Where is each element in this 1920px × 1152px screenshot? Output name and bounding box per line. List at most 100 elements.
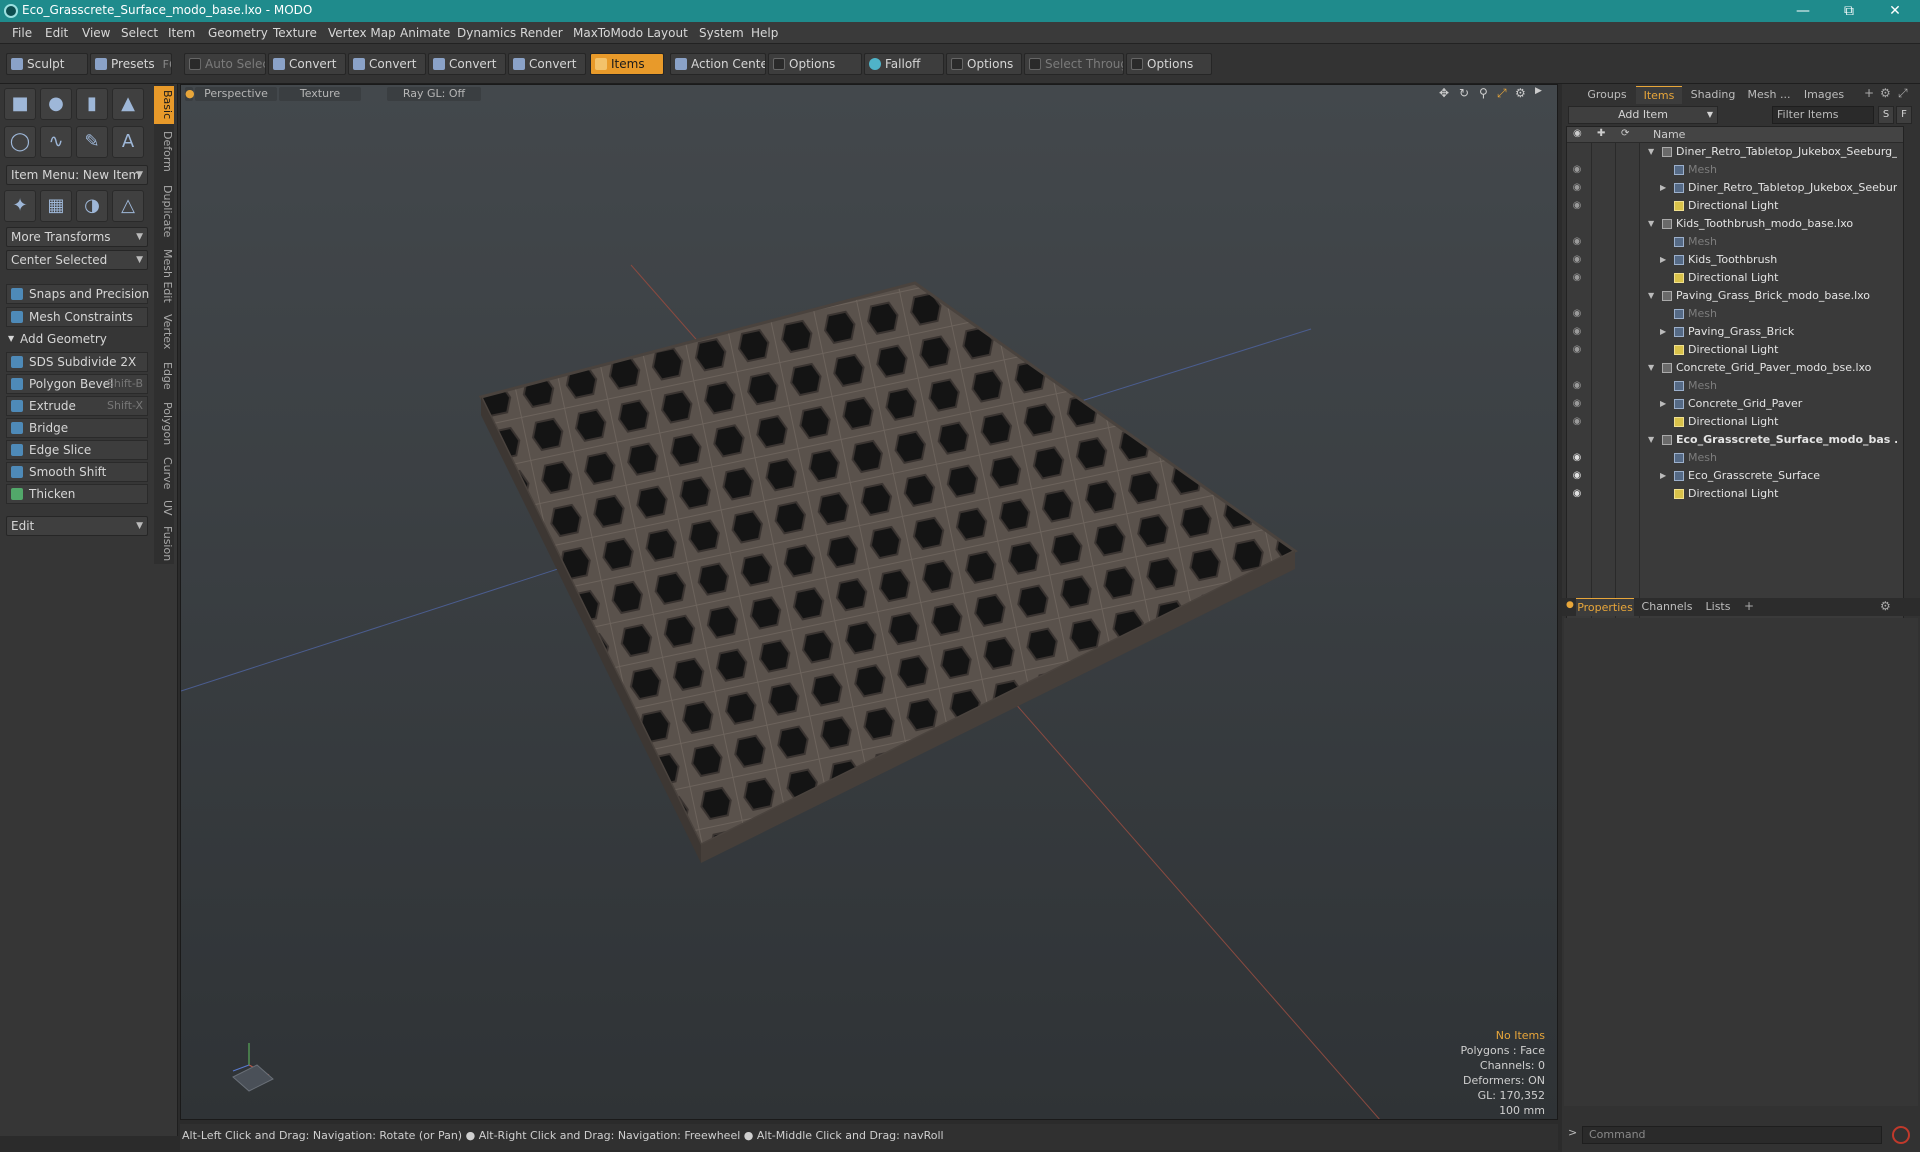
chevron-down-icon[interactable]: ▼ [1648, 359, 1654, 377]
chevron-right-icon[interactable]: ▶ [1660, 179, 1666, 197]
tab-uv[interactable]: UV [154, 496, 174, 520]
visibility-eye-icon[interactable] [1566, 287, 1588, 305]
select-through-options-button[interactable]: Options [1126, 53, 1212, 75]
menu-geometry[interactable]: Geometry [208, 26, 268, 40]
cylinder-icon[interactable]: ▮ [76, 88, 108, 120]
item-menu-dropdown[interactable]: Item Menu: New Item ▼ [6, 165, 148, 185]
pyramid-icon[interactable]: △ [112, 190, 144, 222]
chevron-right-icon[interactable]: ▶ [1660, 395, 1666, 413]
visibility-eye-icon[interactable]: ◉ [1566, 305, 1588, 323]
name-column-header[interactable]: Name [1653, 128, 1685, 141]
tab-polygon[interactable]: Polygon [154, 398, 174, 450]
tree-item-scene[interactable]: ▼ Concrete_Grid_Paver_modo_bse.lxo [1566, 359, 1901, 377]
menu-item[interactable]: Item [168, 26, 195, 40]
sds-subdivide-button[interactable]: SDS Subdivide 2X [6, 352, 148, 372]
torus-icon[interactable]: ◯ [4, 126, 36, 158]
tab-channels[interactable]: Channels [1640, 598, 1694, 616]
visibility-eye-icon[interactable] [1566, 143, 1588, 161]
cube-icon[interactable]: ■ [4, 88, 36, 120]
menu-system[interactable]: System [699, 26, 744, 40]
tree-item-group[interactable]: ◉ ▶ Concrete_Grid_Paver [1566, 395, 1901, 413]
visibility-eye-icon[interactable]: ◉ [1566, 233, 1588, 251]
tree-item-group[interactable]: ◉ ▶ Diner_Retro_Tabletop_Jukebox_Seebur ..… [1566, 179, 1901, 197]
smooth-shift-button[interactable]: Smooth Shift [6, 462, 148, 482]
globe-icon[interactable]: ◑ [76, 190, 108, 222]
visibility-eye-icon[interactable] [1566, 215, 1588, 233]
menu-vertex-map[interactable]: Vertex Map [328, 26, 396, 40]
auto-select-button[interactable]: Auto Select [184, 53, 266, 75]
minimize-icon[interactable]: — [1780, 0, 1826, 22]
tree-item-light[interactable]: ◉ Directional Light [1566, 341, 1901, 359]
sphere-icon[interactable]: ● [40, 88, 72, 120]
tree-item-light[interactable]: ◉ Directional Light [1566, 485, 1901, 503]
tree-item-light[interactable]: ◉ Directional Light [1566, 269, 1901, 287]
tree-item-group[interactable]: ◉ ▶ Eco_Grasscrete_Surface [1566, 467, 1901, 485]
transform-icon[interactable]: ✦ [4, 190, 36, 222]
edit-dropdown[interactable]: Edit ▼ [6, 516, 148, 536]
tab-deform[interactable]: Deform [154, 126, 174, 176]
chevron-right-icon[interactable]: ▶ [1660, 467, 1666, 485]
visibility-column-icon[interactable]: ◉ [1573, 128, 1582, 139]
record-icon[interactable] [1892, 1126, 1910, 1144]
convert-vertices-button[interactable]: Convert [268, 53, 346, 75]
center-selected-dropdown[interactable]: Center Selected ▼ [6, 250, 148, 270]
tree-item-group[interactable]: ◉ ▶ Kids_Toothbrush [1566, 251, 1901, 269]
restore-icon[interactable]: ⧉ [1826, 0, 1872, 22]
chevron-down-icon[interactable]: ▼ [1648, 431, 1654, 449]
convert-materials-button[interactable]: Convert [508, 53, 586, 75]
tab-shading[interactable]: Shading [1686, 86, 1740, 104]
chevron-right-icon[interactable]: ▶ [1660, 251, 1666, 269]
gear-icon[interactable]: ⚙ [1880, 86, 1891, 100]
tab-vertex[interactable]: Vertex [154, 310, 174, 354]
tree-item-scene[interactable]: ▼ Eco_Grasscrete_Surface_modo_bas ... [1566, 431, 1901, 449]
add-item-dropdown[interactable]: Add Item ▼ [1568, 106, 1718, 124]
tab-curve[interactable]: Curve [154, 454, 174, 492]
panel-menu-icon[interactable]: ● [1566, 600, 1574, 610]
3d-viewport[interactable]: ● Perspective Texture Ray GL: Off ✥ ↻ ⚲ … [180, 84, 1558, 1120]
visibility-eye-icon[interactable] [1566, 431, 1588, 449]
close-icon[interactable]: ✕ [1872, 0, 1918, 22]
capsule-icon[interactable]: ∿ [40, 126, 72, 158]
menu-dynamics[interactable]: Dynamics [457, 26, 516, 40]
tree-item-mesh[interactable]: ◉ Mesh [1566, 233, 1901, 251]
convert-edges-button[interactable]: Convert [348, 53, 426, 75]
visibility-eye-icon[interactable]: ◉ [1566, 377, 1588, 395]
chevron-down-icon[interactable]: ▼ [1648, 287, 1654, 305]
menu-view[interactable]: View [82, 26, 110, 40]
menu-maxtomodo[interactable]: MaxToModo [573, 26, 643, 40]
tree-item-light[interactable]: ◉ Directional Light [1566, 197, 1901, 215]
chevron-right-icon[interactable]: ▶ [1660, 323, 1666, 341]
mesh-constraints-button[interactable]: Mesh Constraints [6, 307, 148, 327]
menu-animate[interactable]: Animate [400, 26, 450, 40]
tree-item-mesh[interactable]: ◉ Mesh [1566, 377, 1901, 395]
action-center-options-button[interactable]: Options [768, 53, 862, 75]
menu-layout[interactable]: Layout [647, 26, 688, 40]
command-input[interactable]: Command [1582, 1126, 1882, 1144]
filter-items-input[interactable]: Filter Items [1772, 106, 1874, 124]
add-geometry-section[interactable]: ▼ Add Geometry [6, 330, 148, 348]
tree-item-scene[interactable]: ▼ Paving_Grass_Brick_modo_base.lxo [1566, 287, 1901, 305]
polygon-bevel-button[interactable]: Polygon Bevel Shift-B [6, 374, 148, 394]
gear-icon[interactable]: ⚙ [1880, 599, 1891, 613]
visibility-eye-icon[interactable]: ◉ [1566, 449, 1588, 467]
visibility-eye-icon[interactable]: ◉ [1566, 395, 1588, 413]
tab-images[interactable]: Images [1798, 86, 1850, 104]
filter-f-button[interactable]: F [1896, 106, 1912, 124]
menu-file[interactable]: File [12, 26, 32, 40]
tab-lists[interactable]: Lists [1698, 598, 1738, 616]
tree-item-scene[interactable]: ▼ Kids_Toothbrush_modo_base.lxo [1566, 215, 1901, 233]
cone-icon[interactable]: ▲ [112, 88, 144, 120]
tab-mesh[interactable]: Mesh ... [1744, 86, 1794, 104]
visibility-eye-icon[interactable]: ◉ [1566, 161, 1588, 179]
tree-item-mesh[interactable]: ◉ Mesh [1566, 161, 1901, 179]
visibility-eye-icon[interactable]: ◉ [1566, 341, 1588, 359]
tab-fusion[interactable]: Fusion [154, 524, 174, 564]
visibility-eye-icon[interactable]: ◉ [1566, 467, 1588, 485]
tree-item-group[interactable]: ◉ ▶ Paving_Grass_Brick [1566, 323, 1901, 341]
chevron-down-icon[interactable]: ▼ [1648, 143, 1654, 161]
filter-s-button[interactable]: S [1878, 106, 1894, 124]
thicken-button[interactable]: Thicken [6, 484, 148, 504]
sculpt-button[interactable]: Sculpt [6, 53, 88, 75]
bridge-button[interactable]: Bridge [6, 418, 148, 438]
chevron-down-icon[interactable]: ▼ [1648, 215, 1654, 233]
